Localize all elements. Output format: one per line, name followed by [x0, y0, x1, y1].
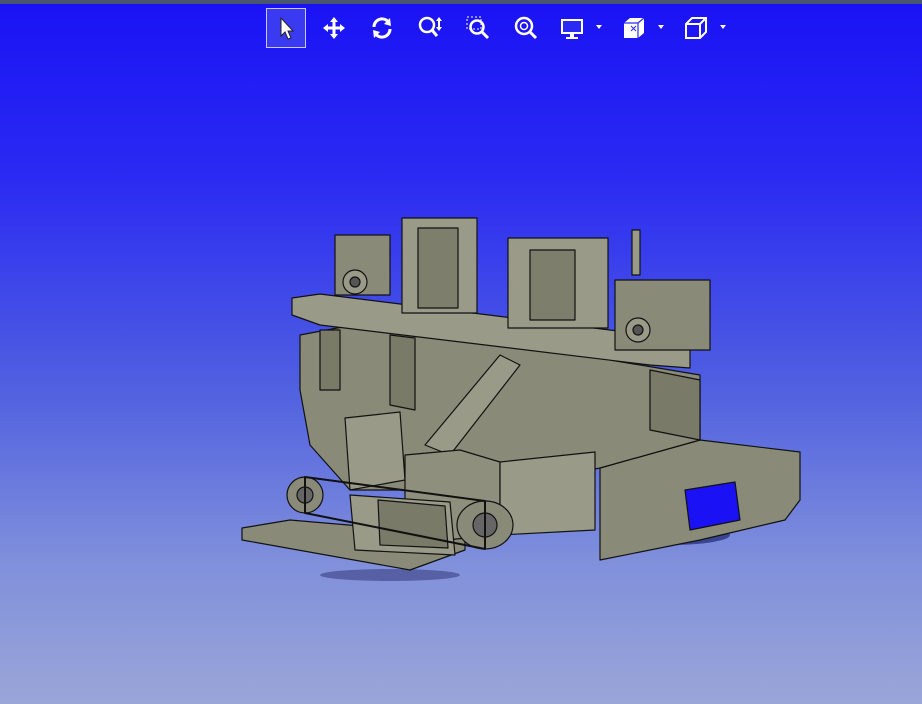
- zoom-fit-icon: [514, 16, 538, 40]
- section-cut-icon: [624, 17, 645, 38]
- rotate-icon: [372, 17, 392, 39]
- zoom-window-button[interactable]: [458, 8, 498, 48]
- chevron-down-icon: [720, 25, 726, 29]
- rotate-button[interactable]: [362, 8, 402, 48]
- window-top-border: [0, 0, 922, 4]
- view-orientation-dropdown[interactable]: [678, 8, 732, 48]
- pan-button[interactable]: [314, 8, 354, 48]
- display-mode-dropdown[interactable]: [554, 8, 608, 48]
- zoom-fit-button[interactable]: [506, 8, 546, 48]
- monitor-icon: [561, 19, 583, 39]
- select-button[interactable]: [266, 8, 306, 48]
- right-feeder: [614, 279, 711, 351]
- chevron-down-icon: [596, 25, 602, 29]
- view-toolbar: [266, 8, 740, 48]
- chevron-down-icon: [658, 25, 664, 29]
- 3d-viewport[interactable]: [0, 0, 922, 704]
- move-arrows-icon: [323, 17, 345, 39]
- front-box-1: [344, 411, 406, 491]
- zoom-window-icon: [466, 16, 490, 40]
- zoom-updown-icon: [418, 16, 442, 37]
- zoom-button[interactable]: [410, 8, 450, 48]
- cad-machine-model[interactable]: [230, 190, 820, 590]
- cursor-arrow-icon: [280, 16, 295, 40]
- cube-icon: [685, 17, 707, 39]
- section-dropdown[interactable]: [616, 8, 670, 48]
